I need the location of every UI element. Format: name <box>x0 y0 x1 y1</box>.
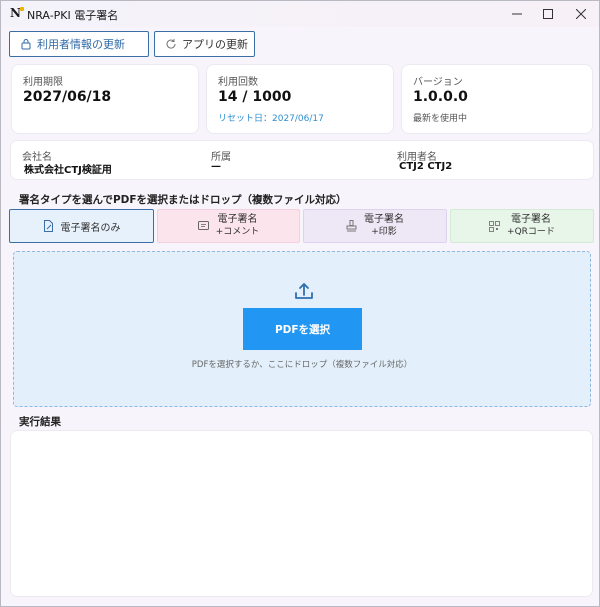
app-window: N NRA-PKI 電子署名 利用者情報の更新 アプリの更新 利用期限 2027… <box>0 0 600 607</box>
document-sign-icon <box>43 220 54 232</box>
usage-card: 利用回数 14 / 1000 リセット日：2027/06/17 <box>207 65 393 133</box>
tab-sign-stamp-line1: 電子署名 <box>364 214 404 225</box>
update-user-info-label: 利用者情報の更新 <box>37 38 125 51</box>
refresh-icon <box>165 38 177 50</box>
user-name-value: CTJ2 CTJ2 <box>399 161 453 172</box>
tab-sign-qr[interactable]: 電子署名 +QRコード <box>450 209 594 243</box>
drop-hint-text: PDFを選択するか、ここにドロップ（複数ファイル対応） <box>191 360 413 370</box>
account-info-row: 会社名 株式会社CTJ検証用 所属 — 利用者名 CTJ2 CTJ2 <box>11 141 593 179</box>
pdf-drop-zone[interactable]: PDFを選択 PDFを選択するか、ここにドロップ（複数ファイル対応） <box>13 251 591 407</box>
usage-value: 14 / 1000 <box>218 89 292 105</box>
select-pdf-button[interactable]: PDFを選択 <box>243 308 362 350</box>
lock-icon <box>20 38 32 50</box>
reset-date: リセット日：2027/06/17 <box>218 114 324 124</box>
version-card: バージョン 1.0.0.0 最新を使用中 <box>402 65 592 133</box>
version-status: 最新を使用中 <box>413 114 468 124</box>
stamp-icon <box>346 220 357 232</box>
results-output-area[interactable] <box>11 431 592 596</box>
title-bar: N NRA-PKI 電子署名 <box>1 1 599 27</box>
upload-icon <box>294 282 314 303</box>
tab-sign-only-label: 電子署名のみ <box>60 222 121 234</box>
tab-sign-stamp[interactable]: 電子署名 +印影 <box>303 209 447 243</box>
tab-sign-qr-line2: +QRコード <box>507 227 555 237</box>
minimize-icon <box>512 13 522 15</box>
tab-sign-stamp-line2: +印影 <box>371 227 397 237</box>
expiry-label: 利用期限 <box>23 77 63 88</box>
close-button[interactable] <box>563 1 599 27</box>
window-title: NRA-PKI 電子署名 <box>27 9 119 22</box>
results-title: 実行結果 <box>19 416 61 428</box>
department-value: — <box>211 161 221 172</box>
company-value: 株式会社CTJ検証用 <box>24 165 112 176</box>
expiry-value: 2027/06/18 <box>23 89 112 105</box>
update-app-label: アプリの更新 <box>182 38 248 51</box>
tab-sign-comment-line1: 電子署名 <box>217 214 258 225</box>
app-logo-icon: N <box>10 7 24 20</box>
maximize-button[interactable] <box>530 1 566 27</box>
update-user-info-button[interactable]: 利用者情報の更新 <box>9 31 149 57</box>
tab-sign-only[interactable]: 電子署名のみ <box>9 209 154 243</box>
version-value: 1.0.0.0 <box>413 89 468 105</box>
version-label: バージョン <box>413 77 463 88</box>
expiry-card: 利用期限 2027/06/18 <box>12 65 198 133</box>
maximize-icon <box>543 9 553 19</box>
tab-sign-comment-line2: +コメント <box>215 227 260 237</box>
usage-label: 利用回数 <box>218 77 258 88</box>
comment-icon <box>197 220 209 232</box>
tab-sign-qr-line1: 電子署名 <box>510 214 551 225</box>
qr-code-icon <box>489 220 500 232</box>
update-app-button[interactable]: アプリの更新 <box>154 31 255 57</box>
tab-sign-comment[interactable]: 電子署名 +コメント <box>157 209 300 243</box>
close-icon <box>576 9 586 19</box>
sign-type-instruction: 署名タイプを選んでPDFを選択またはドロップ（複数ファイル対応） <box>19 194 347 206</box>
